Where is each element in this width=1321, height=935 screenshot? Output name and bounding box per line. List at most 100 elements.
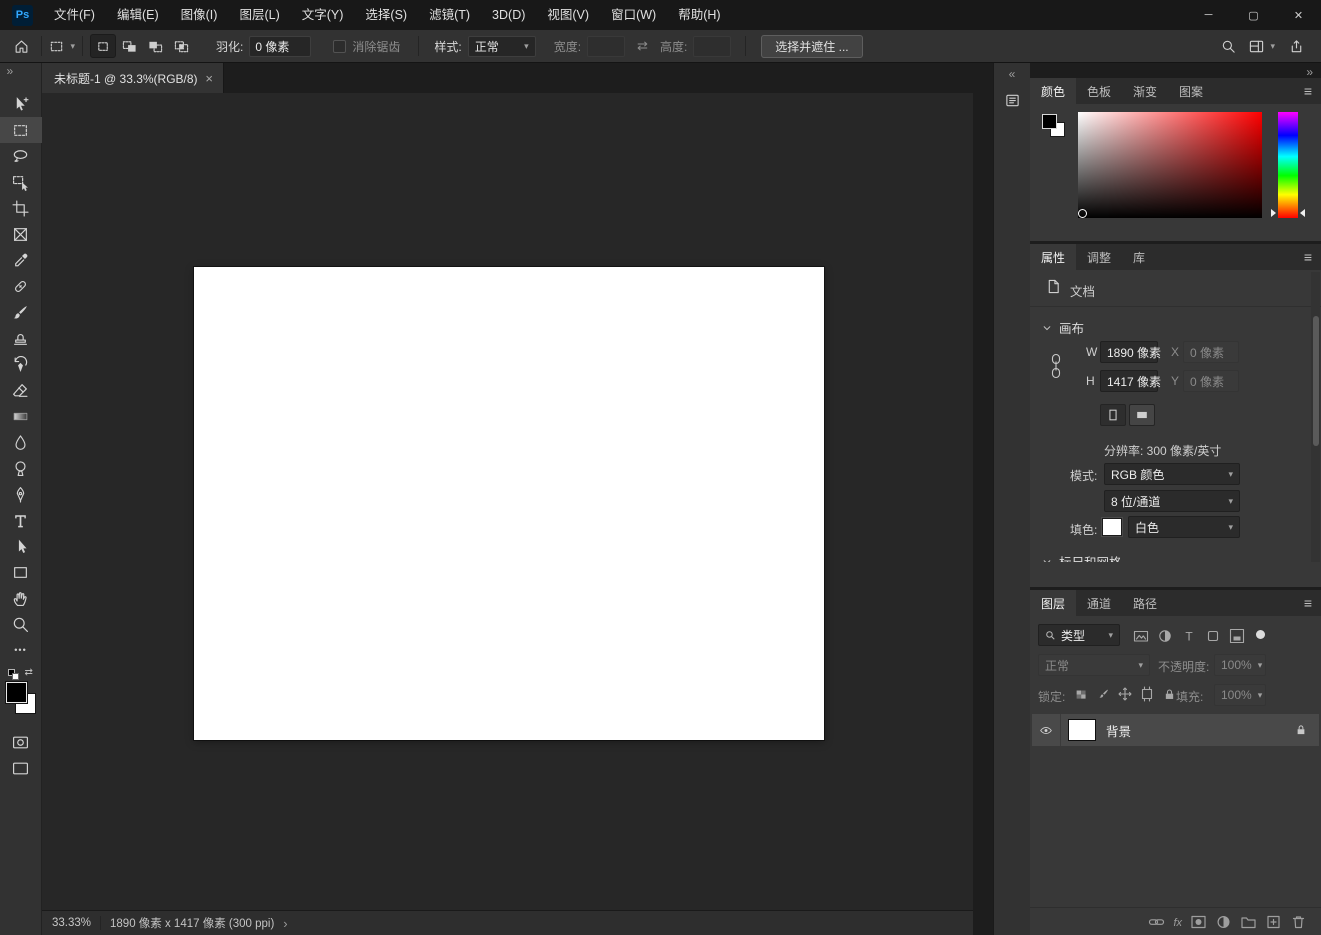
toolbar-expand-icon[interactable]: » xyxy=(0,63,42,79)
search-button[interactable] xyxy=(1215,34,1241,58)
color-picker-marker[interactable] xyxy=(1078,209,1087,218)
panel-menu-icon[interactable]: ≡ xyxy=(1304,595,1312,611)
collapse-dock-icon[interactable]: « xyxy=(1009,67,1016,81)
link-layers-button[interactable] xyxy=(1148,914,1165,930)
tool-preset-picker[interactable]: ▾ xyxy=(49,34,75,58)
layer-filter-toggle[interactable] xyxy=(1256,630,1265,639)
tab-libraries[interactable]: 库 xyxy=(1122,244,1156,270)
hue-slider-marker-left[interactable] xyxy=(1271,209,1276,217)
screen-mode-button[interactable] xyxy=(0,755,42,781)
feather-input[interactable] xyxy=(249,35,312,57)
tab-layers[interactable]: 图层 xyxy=(1030,590,1077,616)
share-button[interactable] xyxy=(1283,34,1309,58)
tab-swatches[interactable]: 色板 xyxy=(1076,78,1122,104)
rectangle-tool-button[interactable] xyxy=(0,559,42,585)
clone-stamp-tool-button[interactable] xyxy=(0,325,42,351)
bit-depth-select[interactable]: 8 位/通道 ▾ xyxy=(1104,490,1240,512)
menu-type[interactable]: 文字(Y) xyxy=(291,0,355,30)
collapsed-panel-button[interactable] xyxy=(1005,93,1020,108)
style-select[interactable]: 正常 ▾ xyxy=(467,35,536,57)
layer-visibility-toggle[interactable] xyxy=(1032,724,1060,737)
layer-filter-type-select[interactable]: 类型 ▾ xyxy=(1038,624,1120,646)
lock-artboard-button[interactable] xyxy=(1138,685,1156,703)
new-adjustment-layer-button[interactable] xyxy=(1215,914,1232,930)
zoom-tool-button[interactable] xyxy=(0,611,42,637)
path-selection-tool-button[interactable] xyxy=(0,533,42,559)
landscape-orientation-button[interactable] xyxy=(1129,404,1155,426)
menu-view[interactable]: 视图(V) xyxy=(536,0,600,30)
tab-patterns[interactable]: 图案 xyxy=(1168,78,1214,104)
rulers-grids-section-header[interactable]: 标尺和网格 xyxy=(1042,552,1122,562)
menu-edit[interactable]: 编辑(E) xyxy=(106,0,170,30)
lasso-tool-button[interactable] xyxy=(0,143,42,169)
status-chevron-icon[interactable]: › xyxy=(283,916,287,931)
tab-color[interactable]: 颜色 xyxy=(1030,78,1077,104)
lock-position-button[interactable] xyxy=(1116,685,1134,703)
foreground-color-swatch[interactable] xyxy=(4,681,28,704)
dodge-tool-button[interactable] xyxy=(0,455,42,481)
new-group-button[interactable] xyxy=(1240,914,1257,930)
add-layer-mask-button[interactable] xyxy=(1190,914,1207,930)
canvas-width-field[interactable]: 1890 像素 xyxy=(1100,341,1161,363)
canvas[interactable] xyxy=(194,267,824,740)
healing-brush-tool-button[interactable] xyxy=(0,273,42,299)
workspace-switcher[interactable]: ▾ xyxy=(1249,34,1275,58)
quick-mask-button[interactable] xyxy=(0,729,42,755)
history-brush-tool-button[interactable] xyxy=(0,351,42,377)
menu-window[interactable]: 窗口(W) xyxy=(600,0,667,30)
home-button[interactable] xyxy=(8,34,34,58)
scrollbar-thumb[interactable] xyxy=(1312,316,1319,446)
document-tab[interactable]: 未标题-1 @ 33.3%(RGB/8) × xyxy=(42,63,224,93)
layer-style-button[interactable]: fx xyxy=(1173,915,1182,929)
lock-pixels-button[interactable] xyxy=(1094,685,1112,703)
panel-menu-icon[interactable]: ≡ xyxy=(1304,83,1312,99)
select-and-mask-button[interactable]: 选择并遮住 ... xyxy=(761,34,863,58)
close-button[interactable]: ✕ xyxy=(1276,0,1321,30)
constrain-link-icon[interactable] xyxy=(1050,346,1062,386)
menu-select[interactable]: 选择(S) xyxy=(354,0,418,30)
fill-color-select[interactable]: 白色 ▾ xyxy=(1128,516,1240,538)
type-tool-button[interactable] xyxy=(0,507,42,533)
pen-tool-button[interactable] xyxy=(0,481,42,507)
saturation-brightness-field[interactable] xyxy=(1078,112,1262,218)
menu-layer[interactable]: 图层(L) xyxy=(228,0,290,30)
menu-3d[interactable]: 3D(D) xyxy=(481,0,536,30)
menu-file[interactable]: 文件(F) xyxy=(43,0,106,30)
lock-transparency-button[interactable] xyxy=(1072,685,1090,703)
tab-properties[interactable]: 属性 xyxy=(1030,244,1077,270)
filter-adjustment-layers-button[interactable] xyxy=(1154,626,1175,645)
layer-lock-icon[interactable] xyxy=(1295,724,1307,736)
gradient-tool-button[interactable] xyxy=(0,403,42,429)
panel-menu-icon[interactable]: ≡ xyxy=(1304,249,1312,265)
hand-tool-button[interactable] xyxy=(0,585,42,611)
blur-tool-button[interactable] xyxy=(0,429,42,455)
intersect-selection-button[interactable] xyxy=(168,34,194,58)
expand-dock-icon[interactable]: » xyxy=(1306,65,1313,79)
filter-shape-layers-button[interactable] xyxy=(1202,626,1223,645)
canvas-fill-swatch[interactable] xyxy=(1101,517,1123,537)
hue-slider-marker-right[interactable] xyxy=(1300,209,1305,217)
new-layer-button[interactable] xyxy=(1265,914,1282,930)
hue-slider[interactable] xyxy=(1271,112,1305,218)
object-selection-tool-button[interactable] xyxy=(0,169,42,195)
crop-tool-button[interactable] xyxy=(0,195,42,221)
brush-tool-button[interactable] xyxy=(0,299,42,325)
maximize-button[interactable]: ▢ xyxy=(1231,0,1276,30)
portrait-orientation-button[interactable] xyxy=(1100,404,1126,426)
eyedropper-tool-button[interactable] xyxy=(0,247,42,273)
swap-colors-icon[interactable]: ⇄ xyxy=(25,667,33,678)
canvas-height-field[interactable]: 1417 像素 xyxy=(1100,370,1161,392)
move-tool-button[interactable] xyxy=(0,91,42,117)
tab-gradients[interactable]: 渐变 xyxy=(1122,78,1168,104)
layer-name[interactable]: 背景 xyxy=(1106,721,1131,740)
filter-type-layers-button[interactable]: T xyxy=(1178,626,1199,645)
tab-paths[interactable]: 路径 xyxy=(1122,590,1168,616)
canvas-section-header[interactable]: 画布 xyxy=(1042,318,1084,337)
panel-foreground-swatch[interactable] xyxy=(1042,114,1057,129)
default-colors-icon[interactable] xyxy=(7,669,20,681)
tab-channels[interactable]: 通道 xyxy=(1076,590,1122,616)
edit-toolbar-button[interactable]: ••• xyxy=(0,637,42,663)
minimize-button[interactable]: ─ xyxy=(1186,0,1231,30)
frame-tool-button[interactable] xyxy=(0,221,42,247)
eraser-tool-button[interactable] xyxy=(0,377,42,403)
